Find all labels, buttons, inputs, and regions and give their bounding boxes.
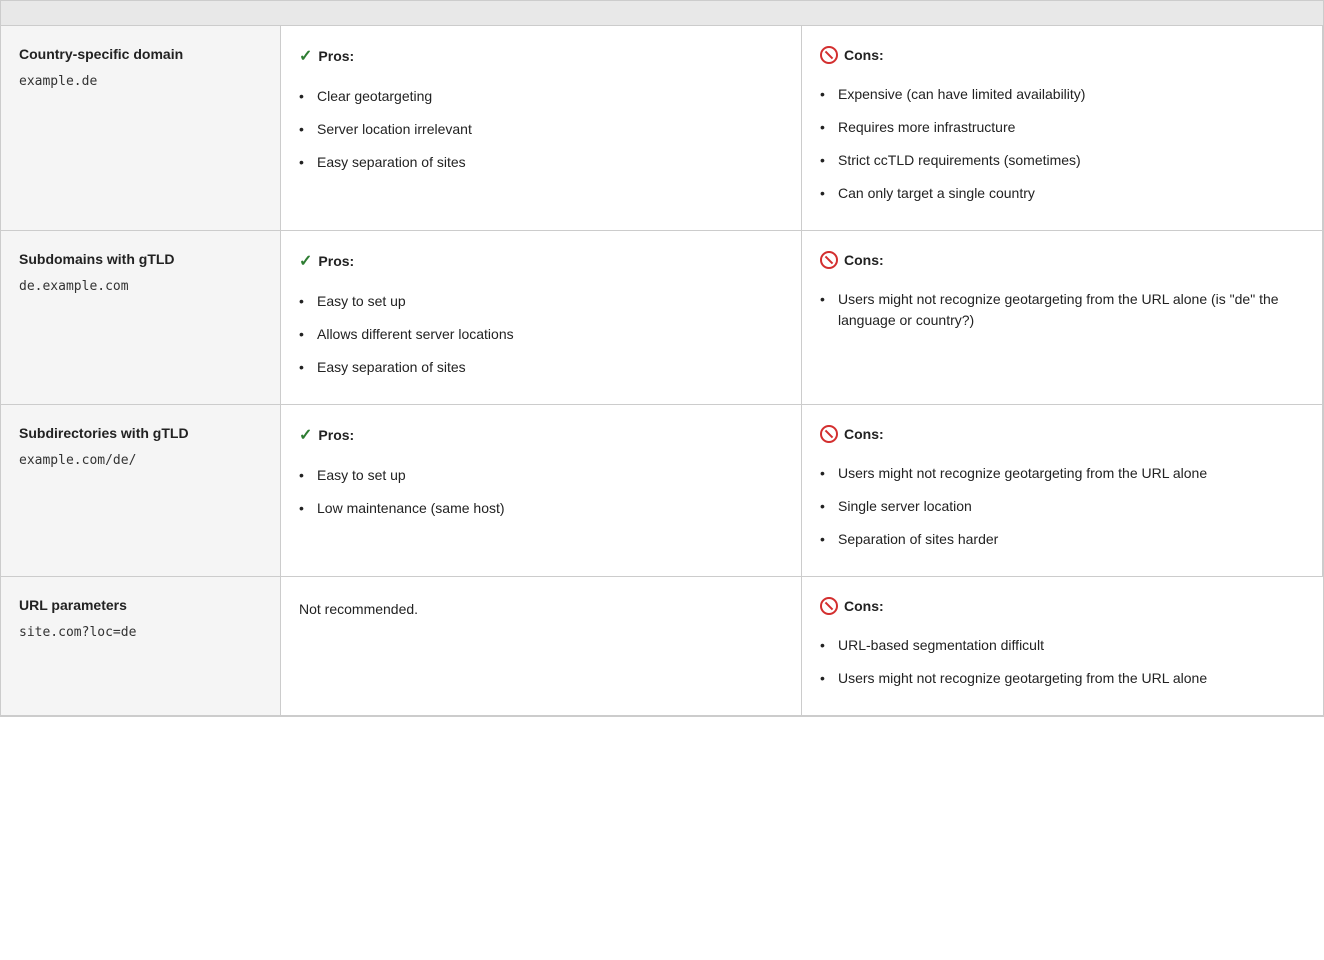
table-title bbox=[1, 1, 1323, 26]
pros-label-1: Pros: bbox=[318, 253, 354, 269]
cons-item-2-1: Single server location bbox=[820, 490, 1304, 523]
row-label-3: URL parameters site.com?loc=de bbox=[1, 577, 281, 716]
pros-item-1-1: Allows different server locations bbox=[299, 318, 783, 351]
pros-list-0: Clear geotargetingServer location irrele… bbox=[299, 80, 783, 179]
pros-cell-3: Not recommended. bbox=[281, 577, 802, 716]
url-structure-table: Country-specific domain example.de ✓ Pros: C… bbox=[0, 0, 1324, 717]
pros-item-0-2: Easy separation of sites bbox=[299, 146, 783, 179]
cons-item-1-0: Users might not recognize geotargeting f… bbox=[820, 283, 1304, 337]
row-label-0: Country-specific domain example.de bbox=[1, 26, 281, 231]
pros-label-2: Pros: bbox=[318, 427, 354, 443]
cons-header-1: Cons: bbox=[820, 251, 1304, 269]
pros-item-0-0: Clear geotargeting bbox=[299, 80, 783, 113]
row-code-1: de.example.com bbox=[19, 279, 129, 294]
cons-cell-3: Cons: URL-based segmentation difficultUse… bbox=[802, 577, 1323, 716]
cons-label-2: Cons: bbox=[844, 426, 884, 442]
row-code-2: example.com/de/ bbox=[19, 453, 136, 468]
pros-header-1: ✓ Pros: bbox=[299, 251, 783, 271]
cons-list-0: Expensive (can have limited availability… bbox=[820, 78, 1304, 210]
cons-list-2: Users might not recognize geotargeting f… bbox=[820, 457, 1304, 556]
row-name-0: Country-specific domain bbox=[19, 46, 262, 62]
cons-cell-0: Cons: Expensive (can have limited availab… bbox=[802, 26, 1323, 231]
check-icon-2: ✓ bbox=[299, 425, 312, 445]
row-label-1: Subdomains with gTLD de.example.com bbox=[1, 231, 281, 405]
no-icon-0 bbox=[820, 46, 838, 64]
pros-list-1: Easy to set upAllows different server lo… bbox=[299, 285, 783, 384]
cons-item-3-1: Users might not recognize geotargeting f… bbox=[820, 662, 1305, 695]
no-icon-2 bbox=[820, 425, 838, 443]
row-code-3: site.com?loc=de bbox=[19, 625, 136, 640]
cons-item-0-3: Can only target a single country bbox=[820, 177, 1304, 210]
cons-list-1: Users might not recognize geotargeting f… bbox=[820, 283, 1304, 337]
cons-header-2: Cons: bbox=[820, 425, 1304, 443]
not-recommended-3: Not recommended. bbox=[299, 597, 783, 617]
cons-list-3: URL-based segmentation difficultUsers mi… bbox=[820, 629, 1305, 695]
row-name-3: URL parameters bbox=[19, 597, 262, 613]
row-name-1: Subdomains with gTLD bbox=[19, 251, 262, 267]
cons-item-2-0: Users might not recognize geotargeting f… bbox=[820, 457, 1304, 490]
pros-header-2: ✓ Pros: bbox=[299, 425, 783, 445]
pros-item-2-1: Low maintenance (same host) bbox=[299, 492, 783, 525]
check-icon-0: ✓ bbox=[299, 46, 312, 66]
pros-item-1-0: Easy to set up bbox=[299, 285, 783, 318]
cons-header-0: Cons: bbox=[820, 46, 1304, 64]
cons-item-0-2: Strict ccTLD requirements (sometimes) bbox=[820, 144, 1304, 177]
row-name-2: Subdirectories with gTLD bbox=[19, 425, 262, 441]
cons-item-0-1: Requires more infrastructure bbox=[820, 111, 1304, 144]
cons-item-0-0: Expensive (can have limited availability… bbox=[820, 78, 1304, 111]
pros-cell-2: ✓ Pros: Easy to set upLow maintenance (sam… bbox=[281, 405, 802, 577]
pros-item-2-0: Easy to set up bbox=[299, 459, 783, 492]
pros-list-2: Easy to set upLow maintenance (same host… bbox=[299, 459, 783, 525]
cons-cell-1: Cons: Users might not recognize geotarget… bbox=[802, 231, 1323, 405]
cons-item-3-0: URL-based segmentation difficult bbox=[820, 629, 1305, 662]
pros-cell-1: ✓ Pros: Easy to set upAllows different ser… bbox=[281, 231, 802, 405]
pros-item-1-2: Easy separation of sites bbox=[299, 351, 783, 384]
table-grid: Country-specific domain example.de ✓ Pros: C… bbox=[1, 26, 1323, 716]
pros-cell-0: ✓ Pros: Clear geotargetingServer location … bbox=[281, 26, 802, 231]
cons-item-2-2: Separation of sites harder bbox=[820, 523, 1304, 556]
row-label-2: Subdirectories with gTLD example.com/de/ bbox=[1, 405, 281, 577]
pros-label-0: Pros: bbox=[318, 48, 354, 64]
cons-cell-2: Cons: Users might not recognize geotarget… bbox=[802, 405, 1323, 577]
no-icon-1 bbox=[820, 251, 838, 269]
pros-header-0: ✓ Pros: bbox=[299, 46, 783, 66]
cons-label-3: Cons: bbox=[844, 598, 884, 614]
no-icon-3 bbox=[820, 597, 838, 615]
cons-header-3: Cons: bbox=[820, 597, 1305, 615]
check-icon-1: ✓ bbox=[299, 251, 312, 271]
cons-label-0: Cons: bbox=[844, 47, 884, 63]
row-code-0: example.de bbox=[19, 74, 97, 89]
pros-item-0-1: Server location irrelevant bbox=[299, 113, 783, 146]
cons-label-1: Cons: bbox=[844, 252, 884, 268]
